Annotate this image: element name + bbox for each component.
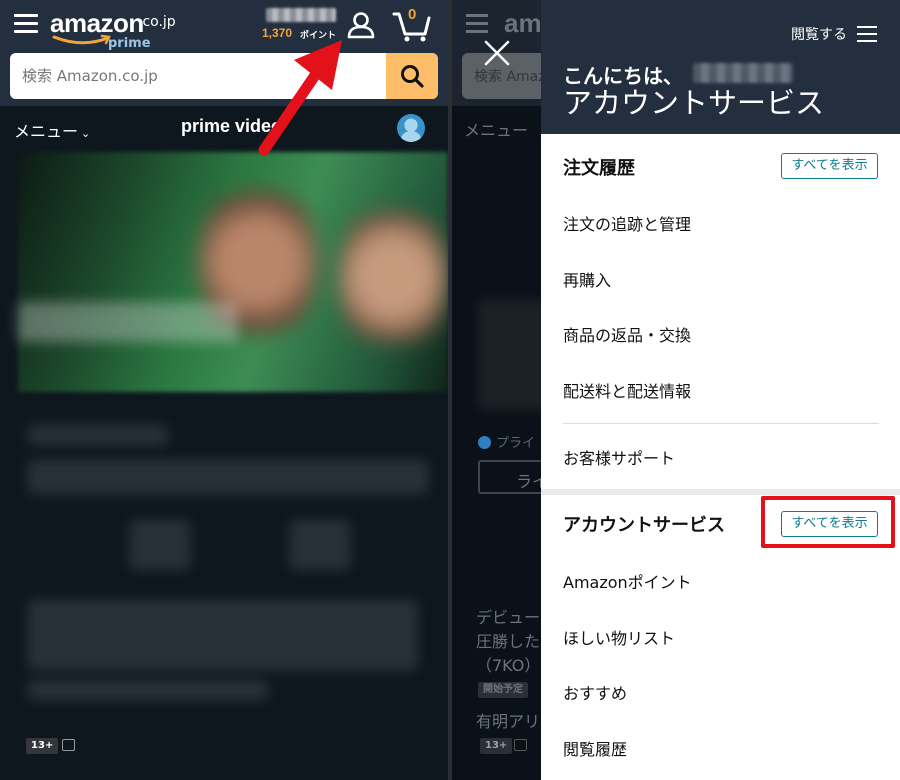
dimmed-prime-label: プライ: [478, 432, 535, 451]
order-item-track[interactable]: 注文の追跡と管理: [563, 211, 691, 235]
account-drawer: 閲覧する こんにちは、 アカウントサービス 注文履歴 すべてを表示 注文の追跡と…: [541, 0, 900, 780]
amazon-logo[interactable]: amazon .co.jp prime: [50, 8, 180, 51]
browse-menu-icon[interactable]: [857, 26, 877, 42]
profile-avatar[interactable]: [397, 114, 425, 142]
chevron-down-icon: ⌄: [81, 127, 91, 140]
blurred-content: [290, 520, 350, 570]
age-rating-badge: 13+: [26, 738, 59, 754]
annotation-arrow-icon: [258, 40, 342, 156]
dimmed-hamburger-icon: [466, 14, 488, 34]
blurred-content: [28, 680, 268, 700]
dimmed-blurred-content: [478, 300, 548, 410]
prime-video-subnav: メニュー ⌄ prime video: [0, 106, 448, 152]
hamburger-menu-icon[interactable]: [14, 14, 38, 34]
menu-label: メニュー: [14, 122, 79, 141]
subtitles-icon: [62, 739, 75, 751]
dimmed-age-badge: 13+: [480, 738, 513, 754]
dimmed-subtitles-icon: [514, 739, 527, 751]
dimmed-desc-line: （7KO）: [476, 656, 541, 675]
section-divider: [563, 423, 879, 424]
annotation-highlight-box: [761, 496, 895, 548]
order-item-rebuy[interactable]: 再購入: [563, 267, 611, 291]
section-separator: [541, 489, 900, 495]
logo-prime: prime: [108, 36, 151, 51]
blurred-username: [266, 8, 336, 22]
logo-tld: .co.jp: [138, 14, 176, 30]
drawer-header: 閲覧する こんにちは、 アカウントサービス: [541, 0, 900, 134]
search-bar: [10, 53, 438, 99]
close-icon[interactable]: [482, 38, 512, 68]
dimmed-venue: 有明アリ: [476, 712, 541, 731]
dimmed-menu: メニュー: [464, 121, 529, 140]
account-item-recommend[interactable]: おすすめ: [563, 680, 627, 704]
menu-dropdown[interactable]: メニュー ⌄: [14, 118, 90, 142]
hero-banner-image[interactable]: [18, 152, 448, 392]
account-section-title: アカウントサービス: [563, 515, 725, 536]
dimmed-prime-text: プライ: [496, 436, 536, 451]
orders-show-all-button[interactable]: すべてを表示: [781, 153, 878, 179]
orders-section-title: 注文履歴: [563, 158, 635, 179]
customer-support-link[interactable]: お客様サポート: [563, 445, 675, 469]
drawer-title: アカウントサービス: [563, 86, 825, 120]
dimmed-tag: 開始予定: [478, 682, 528, 698]
prime-check-icon: [478, 436, 491, 449]
blurred-content: [28, 600, 418, 670]
search-icon: [401, 65, 424, 88]
dimmed-desc-line: デビュー: [476, 608, 541, 627]
account-item-wishlist[interactable]: ほしい物リスト: [563, 625, 675, 649]
order-item-returns[interactable]: 商品の返品・交換: [563, 322, 691, 346]
account-user-icon[interactable]: [346, 10, 376, 40]
browse-link[interactable]: 閲覧する: [791, 24, 847, 44]
top-header: amazon .co.jp prime 1,370 ポイント 0: [0, 0, 448, 106]
blurred-content: [28, 425, 168, 445]
account-item-points[interactable]: Amazonポイント: [563, 569, 692, 593]
blurred-content: [28, 460, 428, 494]
blurred-content: [130, 520, 190, 570]
order-item-shipping[interactable]: 配送料と配送情報: [563, 378, 691, 402]
cart-count: 0: [408, 6, 417, 23]
smile-arrow-icon: [52, 34, 111, 45]
left-screen: amazon .co.jp prime 1,370 ポイント 0 検索 Amaz…: [0, 0, 448, 780]
search-button[interactable]: [386, 53, 438, 99]
account-item-history[interactable]: 閲覧履歴: [563, 736, 627, 760]
dimmed-desc-line: 圧勝した: [476, 632, 541, 651]
